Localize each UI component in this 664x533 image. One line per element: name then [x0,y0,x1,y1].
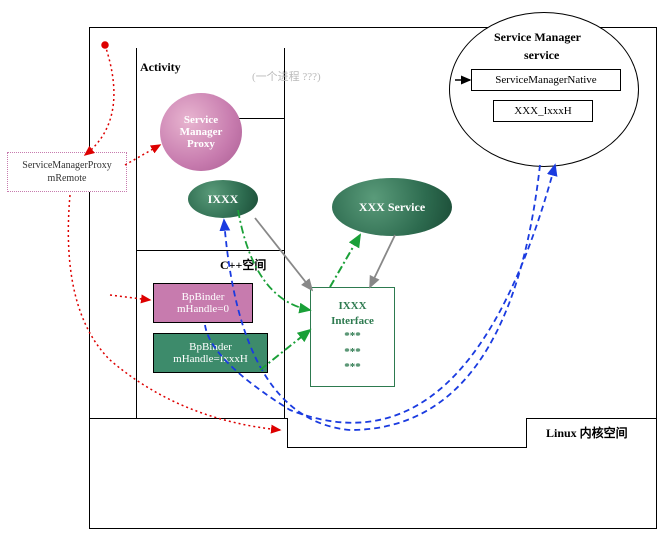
bpbinder1-l1: BpBinder [189,341,232,353]
diagram-canvas: Service Manager service ServiceManagerNa… [0,0,664,533]
smn-text: ServiceManagerNative [495,74,596,86]
bpbinder0-box: BpBinder mHandle=0 [153,283,253,323]
binder-device-box [287,418,527,448]
iface-sub: Interface [331,314,374,329]
xxx-service-ellipse: XXX Service [332,178,452,236]
ixxx-ellipse: IXXX [188,180,258,218]
service-manager-title: Service Manager [494,30,581,45]
activity-label: Activity [140,60,181,75]
xxx-ixxxh-text: XXX_IxxxH [514,105,571,117]
iface-star1: *** [344,329,361,344]
smp-proxy-box: ServiceManagerProxy mRemote [7,152,127,192]
ixxx-interface-box: IXXX Interface *** *** *** [310,287,395,387]
iface-title: IXXX [338,299,366,314]
bpbinder1-l2: mHandle=IxxxH [173,353,248,365]
proxy-l1: ServiceManagerProxy [22,159,111,172]
service-label: service [524,48,559,63]
process-faint: (一个进程 ???) [252,68,321,84]
smn-box: ServiceManagerNative [471,69,621,91]
smp-ellipse: Service Manager Proxy [160,93,242,171]
xxx-ixxxh-box: XXX_IxxxH [493,100,593,122]
iface-star2: *** [344,345,361,360]
proxy-l2: mRemote [48,172,87,185]
bpbinder0-l2: mHandle=0 [177,303,229,315]
cpp-space-label: C++空间 [220,256,266,273]
bpbinder1-box: BpBinder mHandle=IxxxH [153,333,268,373]
linux-kernel-label: Linux 内核空间 [546,424,628,441]
divider-mid [136,250,285,251]
iface-star3: *** [344,360,361,375]
bpbinder0-l1: BpBinder [182,291,225,303]
